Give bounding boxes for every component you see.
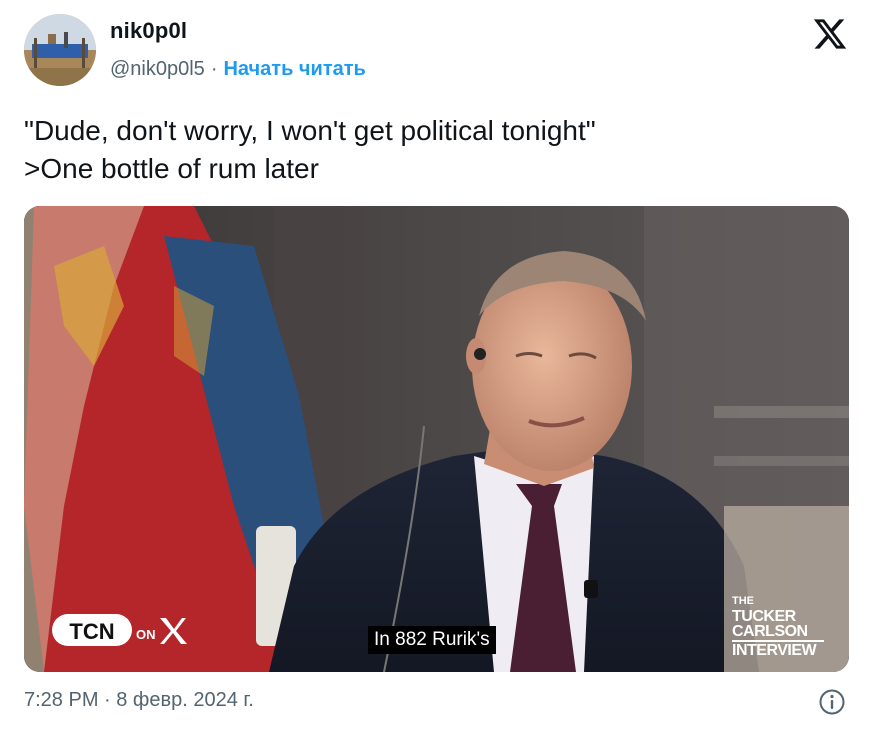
- author-handle[interactable]: @nik0p0l5: [110, 58, 205, 80]
- tcn-text: TCN: [69, 619, 114, 644]
- tweet-text-line: >One bottle of rum later: [24, 153, 319, 184]
- tweet-text-line: "Dude, don't worry, I won't get politica…: [24, 115, 596, 146]
- follow-link[interactable]: Начать читать: [223, 58, 365, 80]
- tweet-card: nik0p0l @nik0p0l5 · Начать читать "Dude, d…: [0, 0, 872, 732]
- tweet-text: "Dude, don't worry, I won't get politica…: [24, 112, 844, 188]
- video-frame: [24, 206, 849, 672]
- tucker-carlson-interview-logo: THE TUCKER CARLSON INTERVIEW: [732, 594, 828, 659]
- handle-separator: ·: [210, 58, 218, 80]
- logo-carlson: CARLSON: [732, 623, 808, 640]
- author-handle-line: @nik0p0l5 · Начать читать: [110, 58, 366, 81]
- info-icon[interactable]: [818, 688, 846, 716]
- author-display-name[interactable]: nik0p0l: [110, 18, 187, 44]
- tweet-video[interactable]: TCN ON In 882 Rurik's THE TUCKER CARLSON…: [24, 206, 849, 672]
- logo-interview: INTERVIEW: [732, 642, 817, 659]
- x-logo-icon[interactable]: [812, 16, 848, 52]
- author-avatar[interactable]: [24, 14, 96, 86]
- video-caption: In 882 Rurik's: [368, 626, 496, 654]
- tcn-on-x-logo: TCN ON: [52, 610, 192, 650]
- tweet-timestamp[interactable]: 7:28 PM · 8 февр. 2024 г.: [24, 689, 254, 712]
- logo-tucker: TUCKER: [732, 608, 796, 625]
- logo-the: THE: [732, 595, 754, 607]
- on-text: ON: [136, 627, 156, 642]
